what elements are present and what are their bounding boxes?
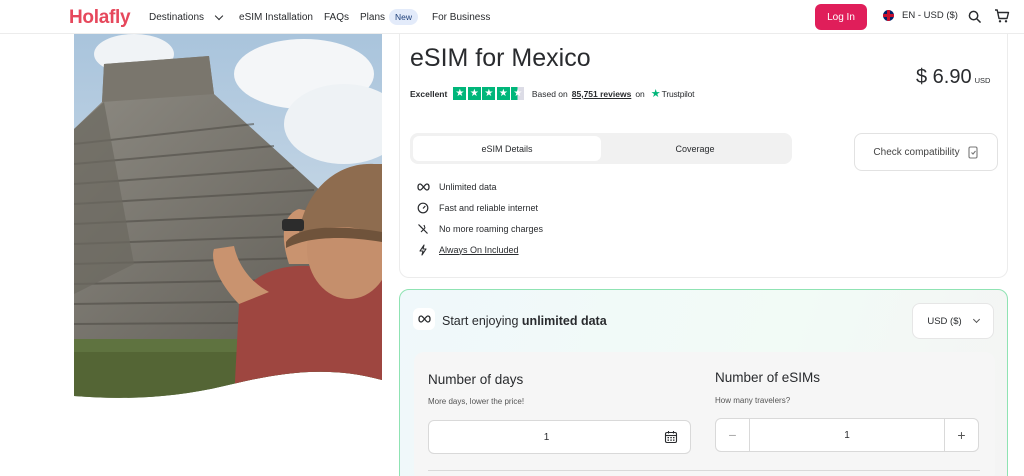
star-icon: ★ bbox=[467, 87, 481, 100]
language-label: EN - USD ($) bbox=[902, 10, 958, 21]
currency-select-value: USD ($) bbox=[927, 315, 962, 327]
feature-text: Unlimited data bbox=[439, 181, 497, 192]
esims-label: Number of eSIMs bbox=[715, 370, 821, 385]
speedometer-icon bbox=[416, 202, 430, 214]
plan-options-panel bbox=[414, 352, 995, 476]
price-currency: USD bbox=[974, 76, 991, 85]
feature-text: Fast and reliable internet bbox=[439, 202, 539, 213]
feature-list: Unlimited data Fast and reliable interne… bbox=[416, 176, 543, 260]
days-label: Number of days bbox=[428, 372, 524, 387]
check-compatibility-label: Check compatibility bbox=[873, 146, 960, 158]
holafly-logo[interactable]: Holafly bbox=[69, 7, 131, 29]
currency-select[interactable]: USD ($) bbox=[912, 303, 994, 339]
feature-text: No more roaming charges bbox=[439, 223, 544, 234]
days-input[interactable]: 1 bbox=[428, 420, 691, 454]
feature-unlimited-data: Unlimited data bbox=[416, 176, 543, 197]
infinity-icon bbox=[413, 308, 435, 330]
nav-destinations[interactable]: Destinations bbox=[149, 11, 224, 23]
trustpilot-rating: Excellent ★ ★ ★ ★ ★ Based on 85,751 revi… bbox=[410, 87, 694, 100]
nav-destinations-label: Destinations bbox=[149, 11, 205, 23]
feature-always-on[interactable]: Always On Included bbox=[416, 239, 543, 260]
price-value: $ 6.90 bbox=[916, 66, 972, 88]
star-icon: ★ bbox=[496, 87, 510, 100]
esims-stepper: − 1 + bbox=[715, 418, 979, 452]
days-value: 1 bbox=[543, 431, 550, 443]
rating-stars: ★ ★ ★ ★ ★ bbox=[453, 87, 526, 100]
nav-faqs[interactable]: FAQs bbox=[324, 12, 349, 23]
cart-icon[interactable] bbox=[994, 8, 1010, 24]
feature-fast-internet: Fast and reliable internet bbox=[416, 197, 543, 218]
divider bbox=[428, 470, 980, 471]
main-nav: Destinations eSIM Installation FAQs Plan… bbox=[149, 0, 501, 34]
nav-esim-installation[interactable]: eSIM Installation bbox=[239, 12, 313, 23]
check-compatibility-button[interactable]: Check compatibility bbox=[854, 133, 998, 171]
chevron-down-icon bbox=[214, 11, 224, 20]
lightning-icon bbox=[416, 243, 430, 256]
tab-coverage[interactable]: Coverage bbox=[601, 136, 789, 161]
chevron-down-icon bbox=[972, 315, 980, 324]
page-title: eSIM for Mexico bbox=[410, 44, 591, 72]
always-on-link[interactable]: Always On Included bbox=[439, 245, 519, 255]
feature-no-roaming: No more roaming charges bbox=[416, 218, 543, 239]
nav-plans-label: Plans bbox=[359, 11, 385, 23]
esims-value[interactable]: 1 bbox=[750, 430, 944, 441]
star-icon: ★ bbox=[453, 87, 467, 100]
details-tabs: eSIM Details Coverage bbox=[410, 133, 792, 164]
price: $ 6.90 USD bbox=[916, 66, 990, 89]
nav-for-business[interactable]: For Business bbox=[432, 12, 490, 23]
mexico-pyramid-photo bbox=[74, 34, 382, 398]
half-star-icon: ★ bbox=[511, 87, 525, 100]
infinity-icon bbox=[416, 181, 430, 193]
nav-plans[interactable]: Plans New bbox=[359, 9, 419, 25]
trustpilot-star-icon: ★ bbox=[650, 88, 661, 100]
calendar-icon[interactable] bbox=[664, 430, 678, 444]
decrement-button[interactable]: − bbox=[716, 419, 750, 451]
tab-esim-details[interactable]: eSIM Details bbox=[413, 136, 601, 161]
increment-button[interactable]: + bbox=[944, 419, 978, 451]
phone-check-icon bbox=[968, 145, 978, 159]
no-roaming-icon bbox=[416, 223, 430, 235]
star-icon: ★ bbox=[482, 87, 496, 100]
reviews-link[interactable]: 85,751 reviews bbox=[572, 89, 632, 99]
based-on-text: Based on bbox=[531, 88, 568, 99]
search-icon[interactable] bbox=[968, 10, 981, 23]
plan-heading: Start enjoying unlimited data bbox=[442, 314, 607, 328]
trustpilot-logo: Trustpilot bbox=[661, 88, 695, 99]
top-navigation-bar: Holafly Destinations eSIM Installation F… bbox=[0, 0, 1024, 34]
esims-hint: How many travelers? bbox=[715, 396, 791, 405]
rating-word: Excellent bbox=[410, 88, 448, 99]
new-badge: New bbox=[389, 9, 419, 25]
days-hint: More days, lower the price! bbox=[428, 397, 525, 406]
plan-heading-prefix: Start enjoying bbox=[442, 314, 522, 328]
language-currency-selector[interactable]: EN - USD ($) bbox=[883, 10, 958, 21]
login-button[interactable]: Log In bbox=[815, 4, 867, 30]
plan-heading-bold: unlimited data bbox=[521, 314, 607, 328]
on-text: on bbox=[635, 88, 645, 99]
uk-flag-icon bbox=[883, 10, 894, 21]
